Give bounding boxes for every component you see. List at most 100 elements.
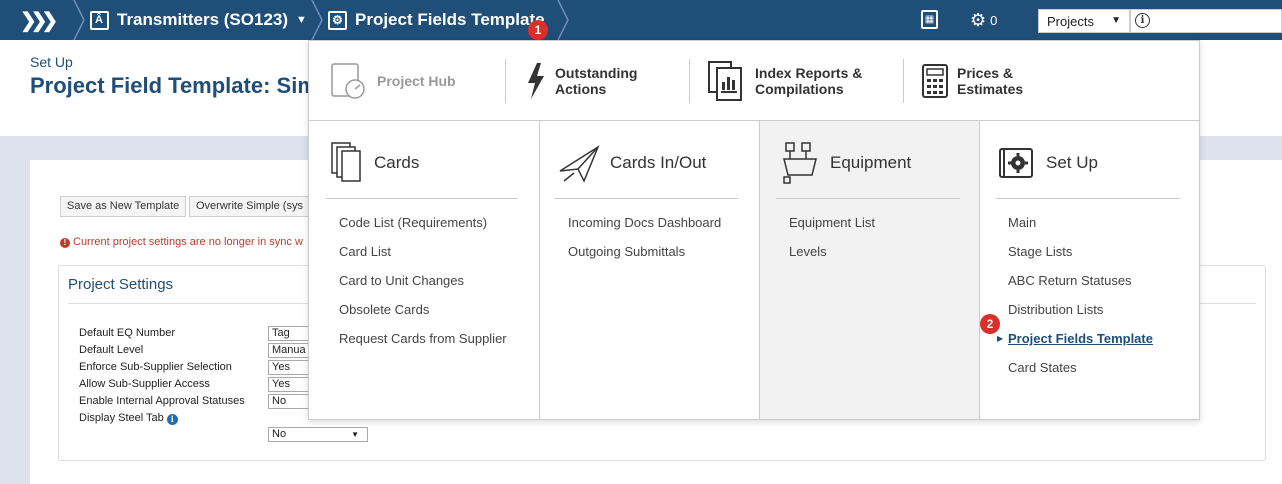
- menu-item-equipment-list[interactable]: Equipment List: [789, 215, 875, 230]
- equipment-icon: [783, 142, 817, 184]
- calendar-calculator-icon[interactable]: ▦: [921, 10, 938, 29]
- sync-warning: ! Current project settings are no longer …: [60, 236, 303, 248]
- divider: [903, 59, 904, 103]
- setting-label: Default Level: [79, 344, 144, 356]
- label-line-1: Index Reports &: [755, 65, 863, 81]
- error-icon: !: [60, 238, 70, 248]
- menu-index-reports-label: Index Reports & Compilations: [755, 65, 862, 97]
- home-double-chevron-icon[interactable]: ❯❯❯: [20, 0, 58, 40]
- info-icon[interactable]: i: [166, 414, 178, 425]
- project-settings-title: Project Settings: [68, 276, 174, 293]
- menu-cards-in-out-heading-label: Cards In/Out: [610, 153, 707, 172]
- chevron-down-icon: ▼: [1111, 15, 1121, 26]
- report-icon: [708, 61, 742, 101]
- chevron-down-icon: ▼: [351, 430, 359, 439]
- menu-outstanding-actions[interactable]: Outstanding Actions: [525, 41, 637, 121]
- projects-select[interactable]: Projects ▼: [1038, 9, 1130, 33]
- top-navigation-bar: ❯❯❯ Ȃ Transmitters (SO123) ▼ ⚙ Project F…: [0, 0, 1282, 40]
- step-badge-1: 1: [528, 20, 548, 40]
- menu-item-levels[interactable]: Levels: [789, 244, 827, 259]
- breadcrumb-chevron-icon: [557, 0, 569, 40]
- calculator-icon: [922, 64, 948, 98]
- cogs-count: 0: [990, 12, 998, 28]
- paper-plane-icon: [559, 145, 600, 183]
- breadcrumb-chevron-icon: [73, 0, 85, 40]
- menu-cards-heading-label: Cards: [374, 153, 420, 172]
- breadcrumb-chevron-icon: [311, 0, 323, 40]
- menu-item-request-cards[interactable]: Request Cards from Supplier: [339, 331, 507, 346]
- info-icon: i: [1135, 13, 1150, 28]
- setting-label: Allow Sub-Supplier Access: [79, 378, 210, 390]
- menu-item-card-list[interactable]: Card List: [339, 244, 391, 259]
- cards-icon: [331, 142, 361, 182]
- divider: [776, 198, 960, 199]
- divider: [505, 59, 506, 103]
- menu-project-hub[interactable]: Project Hub: [329, 41, 456, 121]
- menu-item-stage-lists[interactable]: Stage Lists: [1008, 244, 1072, 259]
- setting-select-steel-tab[interactable]: No ▼: [268, 427, 368, 442]
- search-input[interactable]: i: [1130, 9, 1282, 33]
- divider: [554, 198, 738, 199]
- label-line-2: Compilations: [755, 81, 844, 97]
- menu-item-obsolete-cards[interactable]: Obsolete Cards: [339, 302, 429, 317]
- lightning-icon: [528, 63, 544, 99]
- sync-warning-text: Current project settings are no longer i…: [73, 236, 303, 248]
- label-line-1: Outstanding: [555, 65, 638, 81]
- setting-label-steel-tab: Display Steel Tab i: [79, 412, 178, 425]
- breadcrumb-transmitters[interactable]: Ȃ Transmitters (SO123) ▼: [90, 0, 307, 40]
- setting-value: Yes: [272, 361, 290, 373]
- setting-value: Manua: [272, 344, 306, 356]
- setting-label: Default EQ Number: [79, 327, 175, 339]
- menu-item-card-states[interactable]: Card States: [1008, 360, 1077, 375]
- divider: [689, 59, 690, 103]
- menu-equipment-heading-label: Equipment: [830, 153, 912, 172]
- breadcrumb-transmitters-label: Transmitters (SO123): [117, 10, 289, 29]
- menu-prices-estimates[interactable]: Prices & Estimates: [921, 41, 1023, 121]
- mega-menu-top-row: Project Hub Outstanding Actions Index Rep…: [309, 41, 1199, 121]
- chevron-down-icon: ▼: [296, 14, 307, 26]
- gear-box-icon: ⚙: [328, 10, 347, 30]
- menu-project-hub-label: Project Hub: [377, 73, 456, 89]
- cogs-icon: ⚙: [970, 9, 987, 30]
- setting-label-text: Display Steel Tab: [79, 412, 164, 424]
- setting-value: No: [272, 428, 287, 440]
- menu-setup-heading[interactable]: Set Up: [998, 138, 1098, 188]
- save-as-new-template-button[interactable]: Save as New Template: [60, 196, 187, 217]
- overwrite-template-button[interactable]: Overwrite Simple (sys: [189, 196, 319, 217]
- tasks-cog-button[interactable]: ⚙ 0: [970, 0, 997, 40]
- page-title: Project Field Template: Sim: [30, 73, 317, 98]
- menu-item-distribution-lists[interactable]: Distribution Lists: [1008, 302, 1103, 317]
- menu-index-reports[interactable]: Index Reports & Compilations: [707, 41, 862, 121]
- gauge-icon: [331, 63, 365, 99]
- menu-outstanding-actions-label: Outstanding Actions: [555, 65, 637, 97]
- menu-item-code-list[interactable]: Code List (Requirements): [339, 215, 487, 230]
- active-indicator-icon: ▶: [997, 334, 1004, 343]
- setting-value: No: [272, 395, 287, 407]
- menu-prices-estimates-label: Prices & Estimates: [957, 65, 1023, 97]
- menu-equipment-heading[interactable]: Equipment: [780, 138, 911, 188]
- breadcrumb-project-fields-template[interactable]: ⚙ Project Fields Template: [328, 0, 545, 40]
- divider: [326, 198, 518, 199]
- menu-item-main[interactable]: Main: [1008, 215, 1036, 230]
- gear-box-icon: [999, 148, 1033, 178]
- step-badge-2: 2: [980, 314, 1000, 334]
- label-line-2: Estimates: [957, 81, 1024, 97]
- menu-item-card-to-unit-changes[interactable]: Card to Unit Changes: [339, 273, 464, 288]
- breadcrumb-project-fields-label: Project Fields Template: [355, 10, 545, 29]
- setting-label: Enforce Sub-Supplier Selection: [79, 361, 232, 373]
- menu-item-abc-return-statuses[interactable]: ABC Return Statuses: [1008, 273, 1132, 288]
- menu-setup-heading-label: Set Up: [1046, 153, 1098, 172]
- label-line-1: Prices &: [957, 65, 1014, 81]
- projects-select-value: Projects: [1047, 14, 1094, 29]
- menu-item-incoming-docs[interactable]: Incoming Docs Dashboard: [568, 215, 721, 230]
- divider: [996, 198, 1180, 199]
- setting-value: Yes: [272, 378, 290, 390]
- setting-value: Tag: [272, 327, 290, 339]
- setting-label: Enable Internal Approval Statuses: [79, 395, 245, 407]
- menu-cards-in-out-heading[interactable]: Cards In/Out: [558, 138, 706, 188]
- menu-cards-heading[interactable]: Cards: [330, 138, 419, 188]
- menu-item-outgoing-submittals[interactable]: Outgoing Submittals: [568, 244, 685, 259]
- setup-label: Set Up: [30, 54, 73, 70]
- menu-item-project-fields-template[interactable]: Project Fields Template: [1008, 331, 1153, 346]
- label-line-2: Actions: [555, 81, 607, 97]
